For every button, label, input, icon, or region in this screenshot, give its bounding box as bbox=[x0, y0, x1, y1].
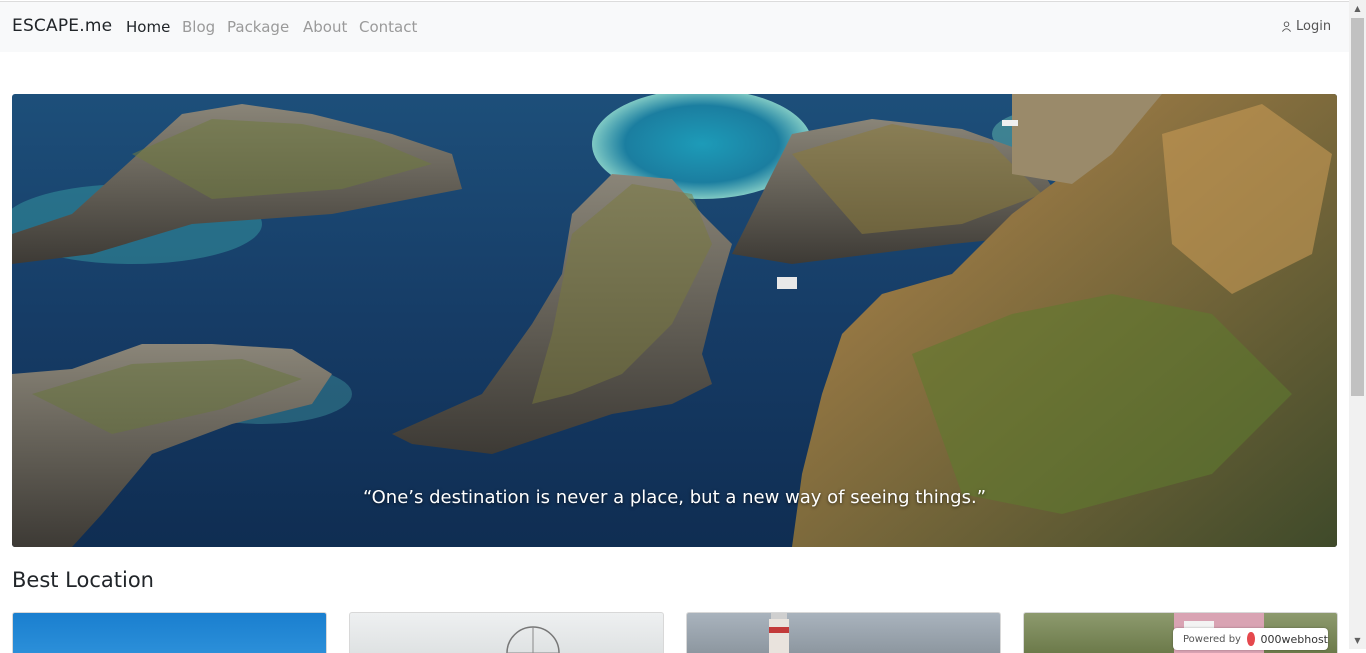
nav-home[interactable]: Home bbox=[126, 18, 170, 36]
hero-banner: “One’s destination is never a place, but… bbox=[12, 94, 1337, 547]
scrollbar-thumb[interactable] bbox=[1351, 18, 1364, 396]
login-link[interactable]: Login bbox=[1281, 19, 1331, 34]
brand-logo[interactable]: ESCAPE.me bbox=[12, 16, 112, 36]
powered-by-label: Powered by bbox=[1183, 633, 1241, 645]
webhost-name: 000webhost bbox=[1260, 632, 1329, 646]
vertical-scrollbar[interactable]: ▲ ▼ bbox=[1349, 0, 1366, 649]
powered-by-badge[interactable]: Powered by 000webhost bbox=[1173, 628, 1328, 650]
location-card-2[interactable] bbox=[349, 612, 664, 653]
location-card-3[interactable] bbox=[686, 612, 1001, 653]
hero-quote: “One’s destination is never a place, but… bbox=[362, 487, 987, 508]
nav-package[interactable]: Package bbox=[227, 18, 289, 36]
webhost-logo-icon bbox=[1246, 632, 1255, 646]
location-card-1[interactable] bbox=[12, 612, 327, 653]
login-label: Login bbox=[1296, 19, 1332, 34]
section-title: Best Location bbox=[12, 568, 154, 592]
nav-about[interactable]: About bbox=[303, 18, 347, 36]
nav-contact[interactable]: Contact bbox=[359, 18, 417, 36]
ferris-wheel-image bbox=[506, 626, 560, 653]
nav-blog[interactable]: Blog bbox=[182, 18, 215, 36]
hero-image bbox=[12, 94, 1337, 547]
lighthouse-image bbox=[769, 613, 789, 653]
navbar: ESCAPE.me Home Blog Package About Contac… bbox=[0, 1, 1349, 52]
user-icon bbox=[1282, 21, 1291, 32]
scroll-up-icon[interactable]: ▲ bbox=[1349, 0, 1366, 17]
scroll-down-icon[interactable]: ▼ bbox=[1349, 632, 1366, 649]
